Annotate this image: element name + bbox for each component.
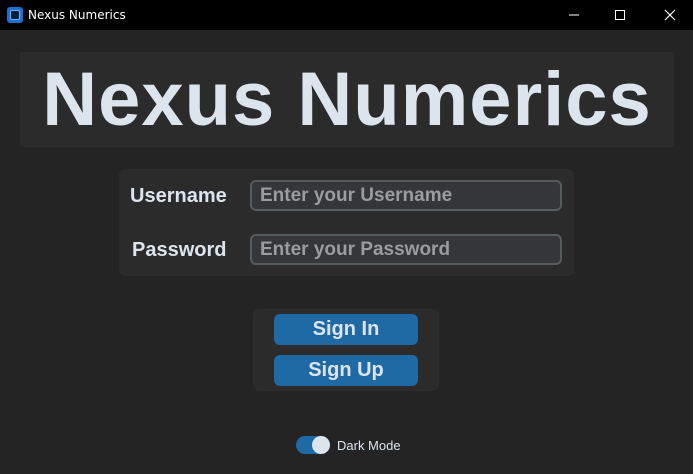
switch-knob — [312, 436, 330, 454]
close-button[interactable] — [647, 0, 693, 30]
close-icon — [664, 9, 676, 21]
maximize-button[interactable] — [597, 0, 643, 30]
dark-mode-switch[interactable] — [296, 436, 330, 454]
sign-in-button[interactable]: Sign In — [274, 314, 418, 345]
sign-up-button[interactable]: Sign Up — [274, 355, 418, 386]
window-title: Nexus Numerics — [28, 8, 126, 22]
page-title: Nexus Numerics — [42, 57, 652, 142]
minimize-button[interactable] — [551, 0, 597, 30]
dark-mode-label[interactable]: Dark Mode — [337, 438, 401, 453]
username-label: Username — [130, 185, 227, 207]
title-bar: Nexus Numerics — [0, 0, 693, 30]
maximize-icon — [615, 10, 625, 20]
header-banner: Nexus Numerics — [20, 52, 674, 147]
password-label: Password — [132, 239, 227, 261]
username-field[interactable] — [250, 180, 562, 211]
auth-buttons-panel: Sign In Sign Up — [253, 309, 439, 391]
login-form: Username Password — [119, 169, 574, 276]
password-field[interactable] — [250, 234, 562, 265]
app-window: Nexus Numerics Nexus Numerics Username P… — [0, 0, 693, 474]
app-icon — [7, 7, 23, 23]
minimize-icon — [569, 14, 579, 16]
